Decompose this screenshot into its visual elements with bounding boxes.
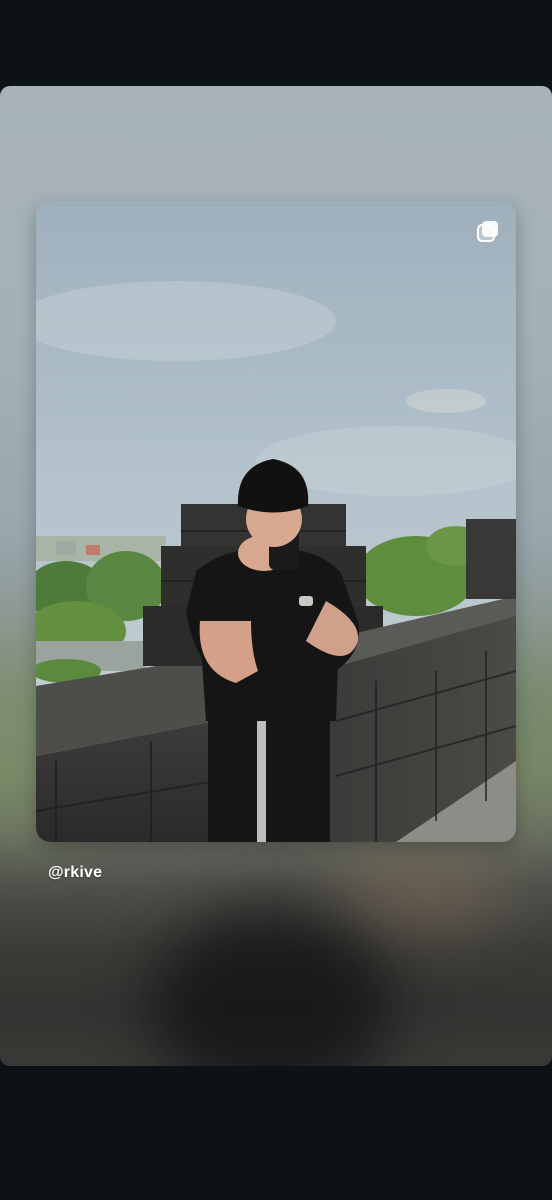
background-blur (330, 846, 510, 936)
story-screen: @rkive (0, 0, 552, 1200)
shared-post-card[interactable] (36, 201, 516, 842)
username-mention[interactable]: @rkive (48, 864, 102, 882)
multiple-posts-icon (476, 219, 500, 243)
post-photo (36, 201, 516, 842)
background-blur (150, 906, 390, 1066)
